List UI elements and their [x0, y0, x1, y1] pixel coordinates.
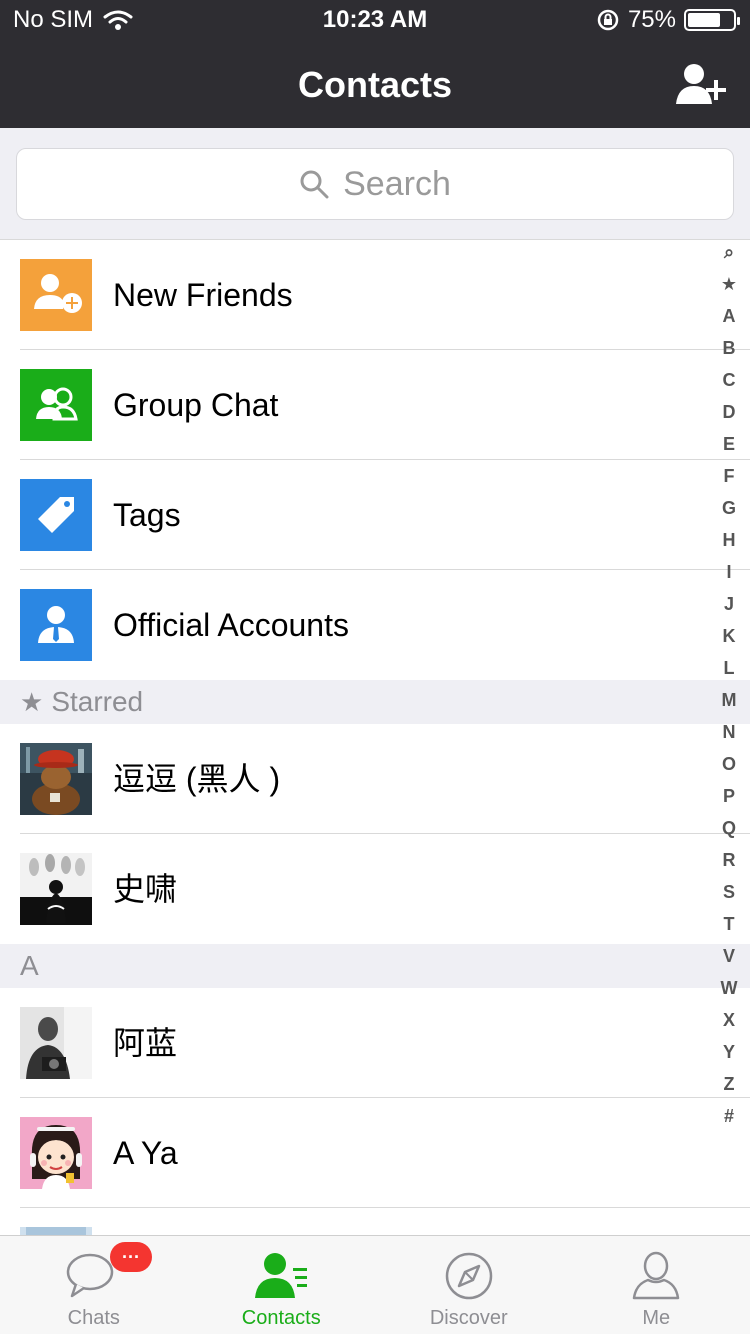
- new-friends-icon: [20, 259, 92, 331]
- tab-me[interactable]: Me: [563, 1236, 750, 1334]
- index-letter[interactable]: Z: [724, 1068, 735, 1100]
- battery-icon: [684, 9, 740, 31]
- contact-avatar: [20, 1117, 92, 1189]
- search-bar: Search: [0, 128, 750, 240]
- index-letter[interactable]: B: [723, 332, 736, 364]
- index-letter[interactable]: #: [724, 1100, 734, 1132]
- group-chat-row[interactable]: Group Chat: [0, 350, 750, 460]
- contact-row[interactable]: 史啸: [0, 834, 750, 944]
- index-letter[interactable]: P: [723, 780, 735, 812]
- new-friends-row[interactable]: New Friends: [0, 240, 750, 350]
- index-search-icon[interactable]: ⌕: [724, 236, 734, 268]
- tag-icon: [20, 479, 92, 551]
- index-letter[interactable]: N: [723, 716, 736, 748]
- index-letter[interactable]: A: [723, 300, 736, 332]
- tab-bar: ··· Chats Contacts Discover Me: [0, 1235, 750, 1334]
- compass-icon: [445, 1252, 492, 1300]
- tab-label: Me: [642, 1307, 671, 1329]
- official-accounts-label: Official Accounts: [113, 607, 349, 643]
- new-friends-label: New Friends: [113, 277, 293, 313]
- index-letter[interactable]: G: [722, 492, 736, 524]
- contacts-screen: No SIM 10:23 AM 75% Contacts Search New …: [0, 0, 750, 1334]
- contact-avatar: [20, 743, 92, 815]
- contact-name: 史啸: [113, 871, 178, 907]
- index-letter[interactable]: Y: [723, 1036, 735, 1068]
- index-letter[interactable]: J: [724, 588, 734, 620]
- section-title: A: [20, 950, 39, 981]
- tab-contacts[interactable]: Contacts: [188, 1236, 376, 1334]
- alphabet-index[interactable]: ⌕ ★ A B C D E F G H I J K L M N O P Q R S T V W X Y Z #: [718, 236, 740, 1132]
- contacts-icon: [255, 1253, 308, 1298]
- navigation-bar: Contacts: [0, 42, 750, 128]
- group-chat-icon: [20, 369, 92, 441]
- index-letter[interactable]: D: [723, 396, 736, 428]
- search-placeholder: Search: [343, 164, 451, 203]
- index-star-icon[interactable]: ★: [721, 268, 737, 300]
- add-contact-icon[interactable]: [676, 62, 728, 106]
- index-letter[interactable]: M: [722, 684, 737, 716]
- search-input[interactable]: Search: [16, 148, 734, 220]
- index-letter[interactable]: Q: [722, 812, 736, 844]
- index-letter[interactable]: L: [724, 652, 735, 684]
- index-letter[interactable]: T: [724, 908, 735, 940]
- index-letter[interactable]: X: [723, 1004, 735, 1036]
- tab-chats[interactable]: ··· Chats: [0, 1236, 188, 1334]
- search-icon: [300, 170, 329, 199]
- section-header-starred: ★ Starred: [0, 680, 750, 724]
- battery-percent: 75%: [627, 6, 676, 33]
- index-letter[interactable]: F: [724, 460, 735, 492]
- contact-row[interactable]: A Ya: [0, 1098, 750, 1208]
- official-accounts-row[interactable]: Official Accounts: [0, 570, 750, 680]
- index-letter[interactable]: W: [721, 972, 738, 1004]
- contact-row[interactable]: 逗逗 (黑人 ): [0, 724, 750, 834]
- index-letter[interactable]: V: [723, 940, 735, 972]
- section-header-a: A: [0, 944, 750, 988]
- contact-avatar: [20, 1007, 92, 1079]
- index-letter[interactable]: H: [723, 524, 736, 556]
- person-icon: [633, 1251, 680, 1300]
- status-bar: No SIM 10:23 AM 75%: [0, 0, 750, 42]
- battery-level: [688, 13, 720, 27]
- tags-label: Tags: [113, 497, 181, 533]
- index-letter[interactable]: K: [723, 620, 736, 652]
- index-letter[interactable]: E: [723, 428, 735, 460]
- page-title: Contacts: [297, 64, 453, 105]
- index-letter[interactable]: I: [726, 556, 731, 588]
- index-letter[interactable]: S: [723, 876, 735, 908]
- battery-cap: [737, 17, 740, 25]
- index-letter[interactable]: R: [723, 844, 736, 876]
- unread-badge: ···: [110, 1242, 152, 1272]
- section-title: Starred: [51, 686, 144, 717]
- tags-row[interactable]: Tags: [0, 460, 750, 570]
- tab-label: Contacts: [241, 1307, 321, 1329]
- tab-label: Chats: [67, 1307, 120, 1329]
- tab-label: Discover: [429, 1307, 508, 1329]
- official-accounts-icon: [20, 589, 92, 661]
- contact-row[interactable]: 阿蓝: [0, 988, 750, 1098]
- group-chat-label: Group Chat: [113, 387, 279, 423]
- status-right: 75%: [596, 6, 740, 34]
- index-letter[interactable]: O: [722, 748, 736, 780]
- contacts-list: New Friends Group Chat Tags Official Acc…: [0, 240, 750, 1318]
- orientation-lock-icon: [597, 9, 619, 31]
- index-letter[interactable]: C: [723, 364, 736, 396]
- contact-avatar: [20, 853, 92, 925]
- tab-discover[interactable]: Discover: [375, 1236, 563, 1334]
- contact-name: 逗逗 (黑人 ): [113, 761, 281, 797]
- contact-name: A Ya: [113, 1135, 178, 1171]
- contact-name: 阿蓝: [113, 1025, 178, 1061]
- star-icon: ★: [20, 687, 44, 717]
